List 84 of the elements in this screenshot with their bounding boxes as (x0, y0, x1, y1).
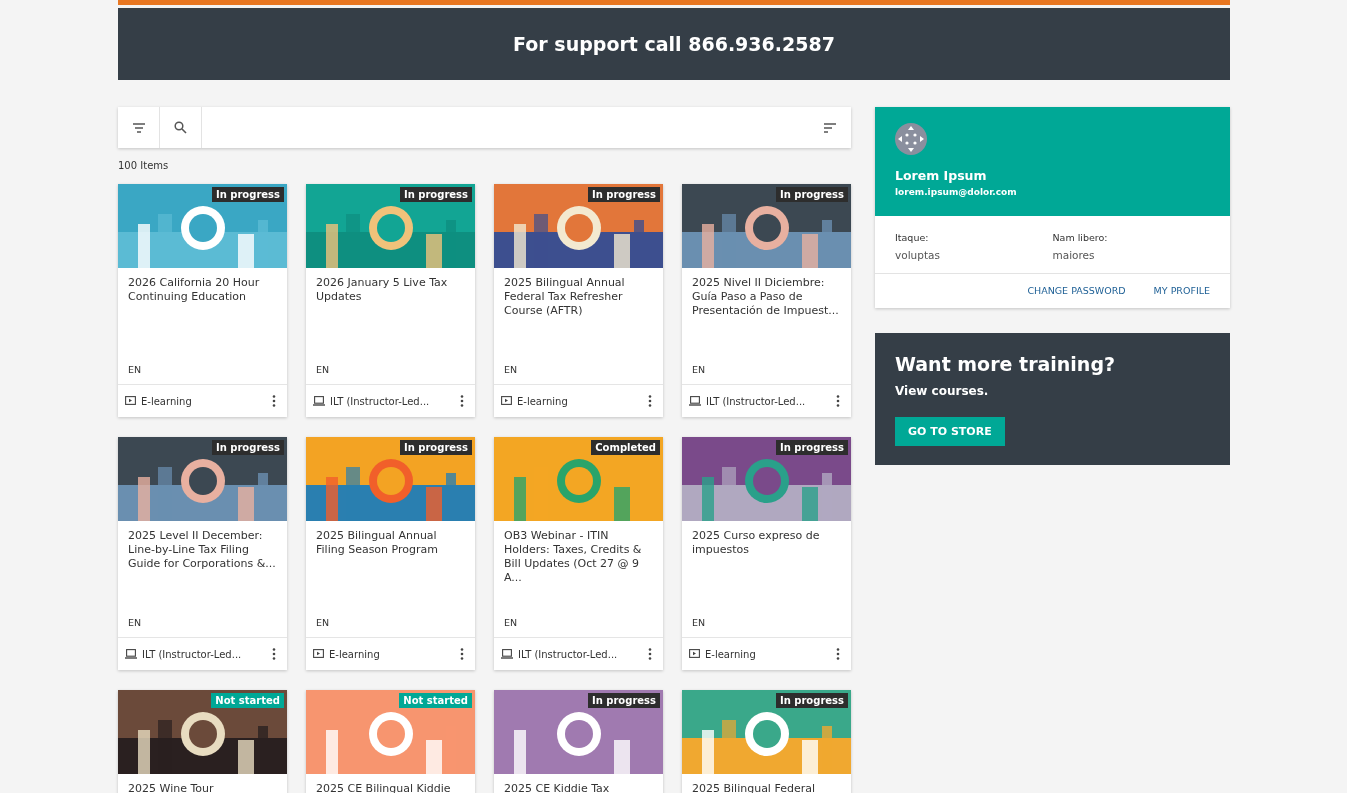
more-icon (648, 395, 652, 407)
course-type: E-learning (329, 648, 381, 660)
language-label: EN (692, 617, 707, 630)
video-icon (501, 396, 512, 406)
status-badge: In progress (587, 187, 660, 202)
profile-link[interactable]: CHANGE PASSWORD (1027, 285, 1126, 296)
course-title: 2025 Nivel II Diciembre: Guía Paso a Paso de Presentación de Impuest... (692, 275, 840, 318)
language-label: EN (128, 364, 143, 377)
status-badge: In progress (775, 693, 848, 708)
more-icon (836, 648, 840, 660)
status-badge: In progress (775, 440, 848, 455)
course-card[interactable]: In progress 2025 CE Kiddie Tax (494, 690, 663, 793)
video-icon (125, 396, 136, 406)
status-badge: Not started (399, 693, 472, 708)
field-value: maiores (1052, 249, 1096, 261)
search-field[interactable] (202, 107, 809, 148)
laptop-icon (689, 396, 701, 406)
more-icon (272, 648, 276, 660)
status-badge: In progress (399, 187, 472, 202)
course-title: 2025 Level II December: Line-by-Line Tax Filing Guide for Corporations &... (128, 528, 277, 571)
status-badge: In progress (775, 187, 848, 202)
language-label: EN (504, 617, 519, 630)
course-card[interactable]: In progress 2025 Bilingual Annual Filing Season Program EN E-learning (306, 437, 475, 670)
language-label: EN (316, 364, 331, 377)
profile-name: Lorem Ipsum (895, 168, 988, 183)
status-badge: In progress (399, 440, 472, 455)
course-type: ILT (Instructor-Led... (330, 395, 431, 407)
language-label: EN (692, 364, 707, 377)
status-badge: In progress (587, 693, 660, 708)
more-icon (460, 648, 464, 660)
course-type: E-learning (705, 648, 757, 660)
field-label: Nam libero: (1052, 232, 1109, 243)
field-label: Itaque: (895, 232, 930, 243)
course-type: ILT (Instructor-Led... (142, 648, 243, 660)
promo-title: Want more training? (895, 353, 1117, 375)
sort-icon (823, 122, 837, 133)
course-type: E-learning (517, 395, 569, 407)
video-icon (689, 649, 700, 659)
course-card[interactable]: In progress 2026 California 20 Hour Continuing Education EN E-learning (118, 184, 287, 417)
avatar-icon (895, 123, 927, 155)
status-badge: In progress (211, 187, 284, 202)
course-title: 2026 California 20 Hour Continuing Education (128, 275, 261, 304)
course-type: ILT (Instructor-Led... (706, 395, 807, 407)
profile-link[interactable]: MY PROFILE (1153, 285, 1210, 296)
field-value: voluptas (895, 249, 941, 261)
laptop-icon (125, 649, 137, 659)
course-title: 2025 Curso expreso de impuestos (692, 528, 821, 557)
more-icon (272, 395, 276, 407)
language-label: EN (316, 617, 331, 630)
course-title: 2025 Bilingual Annual Filing Season Program (316, 528, 439, 557)
status-badge: Not started (211, 693, 284, 708)
laptop-icon (313, 396, 325, 406)
course-card[interactable]: Not started 2025 Wine Tour (118, 690, 287, 793)
course-title: 2025 Bilingual Annual Federal Tax Refresher Course (AFTR) (504, 275, 626, 318)
filter-button[interactable] (118, 107, 160, 148)
promo-subtitle: View courses. (895, 384, 990, 398)
course-card[interactable]: In progress 2025 Nivel II Diciembre: Guía Paso a Paso de Presentación de Impuest... EN ILT (Instructor-Led... (682, 184, 851, 417)
support-banner: For support call 866.936.2587 (118, 8, 1230, 80)
course-card[interactable]: In progress 2025 Bilingual Annual Federal Tax Refresher Course (AFTR) EN E-learning (494, 184, 663, 417)
more-icon (460, 395, 464, 407)
course-title: OB3 Webinar - ITIN Holders: Taxes, Credits & Bill Updates (Oct 27 @ 9 A... (504, 528, 643, 585)
item-count: 100 Items (118, 160, 170, 171)
course-type: E-learning (141, 395, 193, 407)
laptop-icon (501, 649, 513, 659)
language-label: EN (128, 617, 143, 630)
sort-button[interactable] (809, 107, 851, 148)
course-type: ILT (Instructor-Led... (518, 648, 619, 660)
course-card[interactable]: Completed OB3 Webinar - ITIN Holders: Taxes, Credits & Bill Updates (Oct 27 @ 9 A... EN ILT (Instructor-Led... (494, 437, 663, 670)
course-title: 2025 CE Kiddie Tax (504, 781, 611, 793)
language-label: EN (504, 364, 519, 377)
course-card[interactable]: In progress 2026 January 5 Live Tax Updates EN ILT (Instructor-Led... (306, 184, 475, 417)
course-card[interactable]: In progress 2025 Curso expreso de impuestos EN E-learning (682, 437, 851, 670)
course-title: 2025 Wine Tour (128, 781, 215, 793)
filter-icon (131, 122, 146, 133)
status-badge: In progress (211, 440, 284, 455)
search-button[interactable] (160, 107, 202, 148)
profile-email: lorem.ipsum@dolor.com (895, 187, 1018, 197)
course-card[interactable]: In progress 2025 Level II December: Line-by-Line Tax Filing Guide for Corporations &... EN ILT (Instructor-Led... (118, 437, 287, 670)
status-badge: Completed (591, 440, 660, 455)
more-icon (836, 395, 840, 407)
video-icon (313, 649, 324, 659)
more-icon (648, 648, 652, 660)
search-icon (174, 121, 187, 134)
course-title: 2026 January 5 Live Tax Updates (316, 275, 449, 304)
